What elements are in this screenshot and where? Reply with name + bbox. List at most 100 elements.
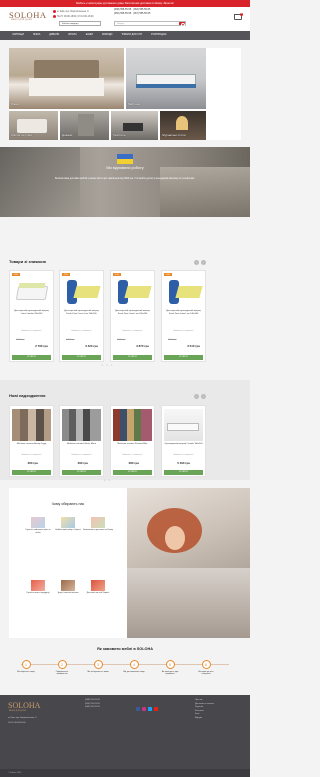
- product-old-price: 4 300 грн: [117, 339, 126, 341]
- clock-icon: [53, 14, 56, 18]
- product-image: [165, 278, 203, 308]
- buy-button[interactable]: КУПИТИ: [12, 355, 51, 360]
- product-price: 2 790 грн: [35, 344, 48, 348]
- phone-link[interactable]: (067) 555-55-55: [133, 12, 150, 15]
- next-arrow-icon[interactable]: ›: [201, 394, 206, 399]
- discount-badge: -10%: [113, 273, 121, 277]
- product-name[interactable]: Меблева тканина Велюр Тедді: [12, 443, 51, 446]
- category-tile-mattresses[interactable]: Матраци: [126, 48, 206, 109]
- product-card[interactable]: Меблева тканина Рогожка Мікс Наявність: …: [110, 405, 155, 477]
- main-nav: МАТРАЦИ ЛІЖКА ДИВАНИ КРІСЛА ШАФИ КОМОДИ …: [0, 31, 250, 40]
- why-item: Гарантія найнижчої ціни на меблі: [23, 517, 53, 534]
- facebook-icon[interactable]: [136, 707, 140, 711]
- category-tile-sofas[interactable]: Дивани: [60, 111, 109, 140]
- order-step: 2 Оформлюєте замовлення: [50, 660, 74, 676]
- header-phones: (098) 555-55-55 (063) 555-55-55 (050) 55…: [114, 8, 150, 16]
- product-availability: Наявність: в наявності: [173, 330, 194, 332]
- header: SOLOHA МЕБЛІ ДЛЯ ДОМУ м. Київ, вул. Бори…: [0, 7, 250, 31]
- footer-link[interactable]: Відгуки: [195, 717, 214, 721]
- discount-badge: -10%: [164, 273, 172, 277]
- prev-arrow-icon[interactable]: ‹: [194, 394, 199, 399]
- category-label: Текстиль: [113, 133, 126, 138]
- category-label: Ліжка: [11, 102, 19, 107]
- phone-link[interactable]: (050) 555-55-55: [114, 12, 131, 15]
- carousel-dots[interactable]: ● ●: [9, 478, 206, 483]
- why-item: Доставка по всій Україні: [83, 580, 113, 595]
- product-image: [113, 409, 152, 441]
- order-step: 4 Ми доставляємо товар: [122, 660, 146, 673]
- product-card[interactable]: -10% Двосторонній ортопедичний матрац Fr…: [161, 270, 206, 362]
- product-card[interactable]: Меблева тканина Шеніл Моно Наявність: в …: [59, 405, 104, 477]
- category-label: Матраци: [128, 102, 141, 107]
- product-name[interactable]: Двосторонній ортопедичний матрац Fresh Z…: [164, 310, 203, 315]
- buy-button[interactable]: КУПИТИ: [113, 470, 152, 475]
- product-name[interactable]: Меблева тканина Рогожка Мікс: [113, 443, 152, 446]
- category-label: Крісла та пуфи: [11, 133, 32, 138]
- nav-item-sofas[interactable]: ДИВАНИ: [45, 33, 64, 37]
- product-image: [114, 278, 152, 308]
- section-title: Нові надходження: [9, 393, 46, 398]
- buy-button[interactable]: КУПИТИ: [164, 470, 203, 475]
- buy-button[interactable]: КУПИТИ: [113, 355, 152, 360]
- phone-link[interactable]: (063) 555-55-55: [85, 706, 100, 710]
- promo-description: Безкоштовна доставка меблів у межах міст…: [55, 178, 195, 180]
- promo-banner: Ми відновили роботу Безкоштовна доставка…: [0, 147, 250, 217]
- nav-item-dressers[interactable]: КОМОДИ: [97, 33, 116, 37]
- carousel-dots[interactable]: ● ● ●: [9, 363, 206, 368]
- instagram-icon[interactable]: [142, 707, 146, 711]
- truck-icon: [91, 580, 105, 591]
- category-tile-textile[interactable]: Текстиль: [111, 111, 158, 140]
- nav-item-beds[interactable]: ЛІЖКА: [28, 33, 44, 37]
- product-card[interactable]: Меблева тканина Велюр Тедді Наявність: в…: [9, 405, 54, 477]
- nav-item-sleep-goods[interactable]: ТОВАРИ ДЛЯ СНУ: [117, 33, 147, 37]
- youtube-icon[interactable]: [154, 707, 158, 711]
- order-step: 5 Ви оплачуєте при отриманні: [158, 660, 182, 676]
- product-card[interactable]: -10% Двосторонній ортопедичний матрац Fr…: [110, 270, 155, 362]
- promo-title: Ми відновили роботу: [106, 166, 144, 170]
- nav-item-wardrobes[interactable]: ШАФИ: [81, 33, 97, 37]
- product-name[interactable]: Двосторонній ортопедичний матрац Fresh Z…: [62, 310, 101, 315]
- product-name[interactable]: Ортопедичний матрац Сплайн 160x200: [164, 443, 203, 446]
- page: Мебель и аксессуары для вашего дома. Бес…: [0, 0, 250, 777]
- customer-cabinet-button[interactable]: Кабінет покупця: [59, 21, 101, 26]
- cart-icon[interactable]: 0: [234, 12, 243, 20]
- nav-item-sale[interactable]: РОЗПРОДАЖ: [147, 33, 171, 37]
- how-to-order-title: Як замовити меблі в SOLOHA: [97, 647, 153, 651]
- order-step: 1 Ви обираєте товар: [14, 660, 38, 673]
- site-logo-subtitle: МЕБЛІ ДЛЯ ДОМУ: [11, 19, 33, 21]
- product-price: 5 490 грн: [177, 461, 190, 465]
- product-image: [13, 278, 50, 308]
- twitter-icon[interactable]: [148, 707, 152, 711]
- buy-button[interactable]: КУПИТИ: [62, 355, 101, 360]
- category-tile-beds[interactable]: Ліжка: [9, 48, 124, 109]
- search-icon[interactable]: [179, 22, 185, 27]
- prev-arrow-icon[interactable]: ‹: [194, 260, 199, 265]
- nav-item-mattresses[interactable]: МАТРАЦИ: [8, 33, 28, 37]
- location-icon: [53, 10, 56, 13]
- footer-phones: (098) 555-55-55 (050) 555-55-55 (063) 55…: [85, 699, 100, 710]
- product-name[interactable]: Двосторонній ортопедичний матрац Fresh Z…: [113, 310, 152, 315]
- product-name[interactable]: Двосторонній ортопедичний матрац Latex C…: [12, 310, 51, 315]
- product-card[interactable]: Ортопедичний матрац Сплайн 160x200 Наявн…: [161, 405, 206, 477]
- product-name[interactable]: Меблева тканина Шеніл Моно: [62, 443, 101, 446]
- product-price: 3 420 грн: [85, 344, 98, 348]
- product-availability: Наявність: в наявності: [71, 454, 92, 456]
- sleeping-woman-photo: [127, 488, 250, 638]
- buy-button[interactable]: КУПИТИ: [12, 470, 51, 475]
- search-input[interactable]: Пошук...: [114, 21, 186, 27]
- choice-icon: [61, 517, 75, 528]
- why-item: Безкоштовна доставка по Києву: [83, 517, 113, 532]
- nav-item-armchairs[interactable]: КРІСЛА: [64, 33, 81, 37]
- buy-button[interactable]: КУПИТИ: [62, 470, 101, 475]
- category-label: Журнальні столи: [162, 133, 186, 138]
- category-tile-armchairs[interactable]: Крісла та пуфи: [9, 111, 58, 140]
- quality-icon: [31, 580, 45, 591]
- next-arrow-icon[interactable]: ›: [201, 260, 206, 265]
- product-card[interactable]: -10% Двосторонній ортопедичний матрац Fr…: [59, 270, 104, 362]
- why-item: Найбільший вибір в Україні: [53, 517, 83, 532]
- product-card[interactable]: -10% Двосторонній ортопедичний матрац La…: [9, 270, 54, 362]
- buy-button[interactable]: КУПИТИ: [164, 355, 203, 360]
- category-tile-coffee-tables[interactable]: Журнальні столи: [160, 111, 206, 140]
- cart-count-badge: 0: [239, 12, 243, 16]
- footer-links: Про нас Доставка та оплата Гарантія Конт…: [195, 699, 214, 720]
